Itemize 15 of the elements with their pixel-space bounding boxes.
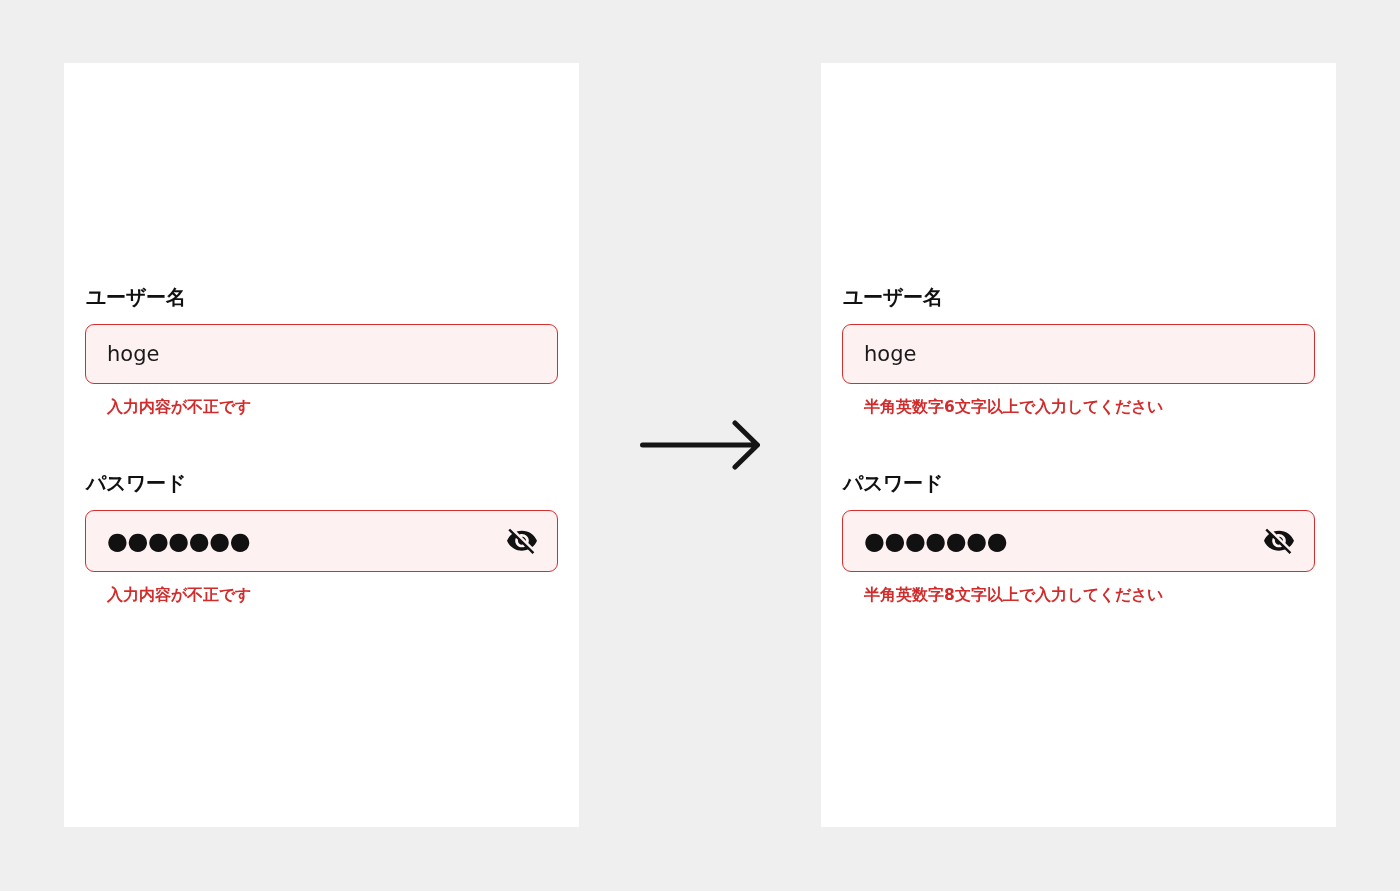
- field-label: パスワード: [86, 470, 186, 496]
- right-arrow-icon: [640, 420, 760, 470]
- eye-slash-icon[interactable]: [507, 528, 537, 554]
- text-field[interactable]: hoge: [842, 324, 1315, 384]
- error-message: 入力内容が不正です: [107, 585, 251, 606]
- password-field[interactable]: ●●●●●●●: [85, 510, 558, 572]
- password-field[interactable]: ●●●●●●●: [842, 510, 1315, 572]
- error-message: 入力内容が不正です: [107, 397, 251, 418]
- error-message: 半角英数字8文字以上で入力してください: [864, 585, 1163, 606]
- error-message: 半角英数字6文字以上で入力してください: [864, 397, 1163, 418]
- eye-slash-icon[interactable]: [1264, 528, 1294, 554]
- field-label: ユーザー名: [86, 284, 186, 310]
- text-field[interactable]: hoge: [85, 324, 558, 384]
- field-label: パスワード: [843, 470, 943, 496]
- field-label: ユーザー名: [843, 284, 943, 310]
